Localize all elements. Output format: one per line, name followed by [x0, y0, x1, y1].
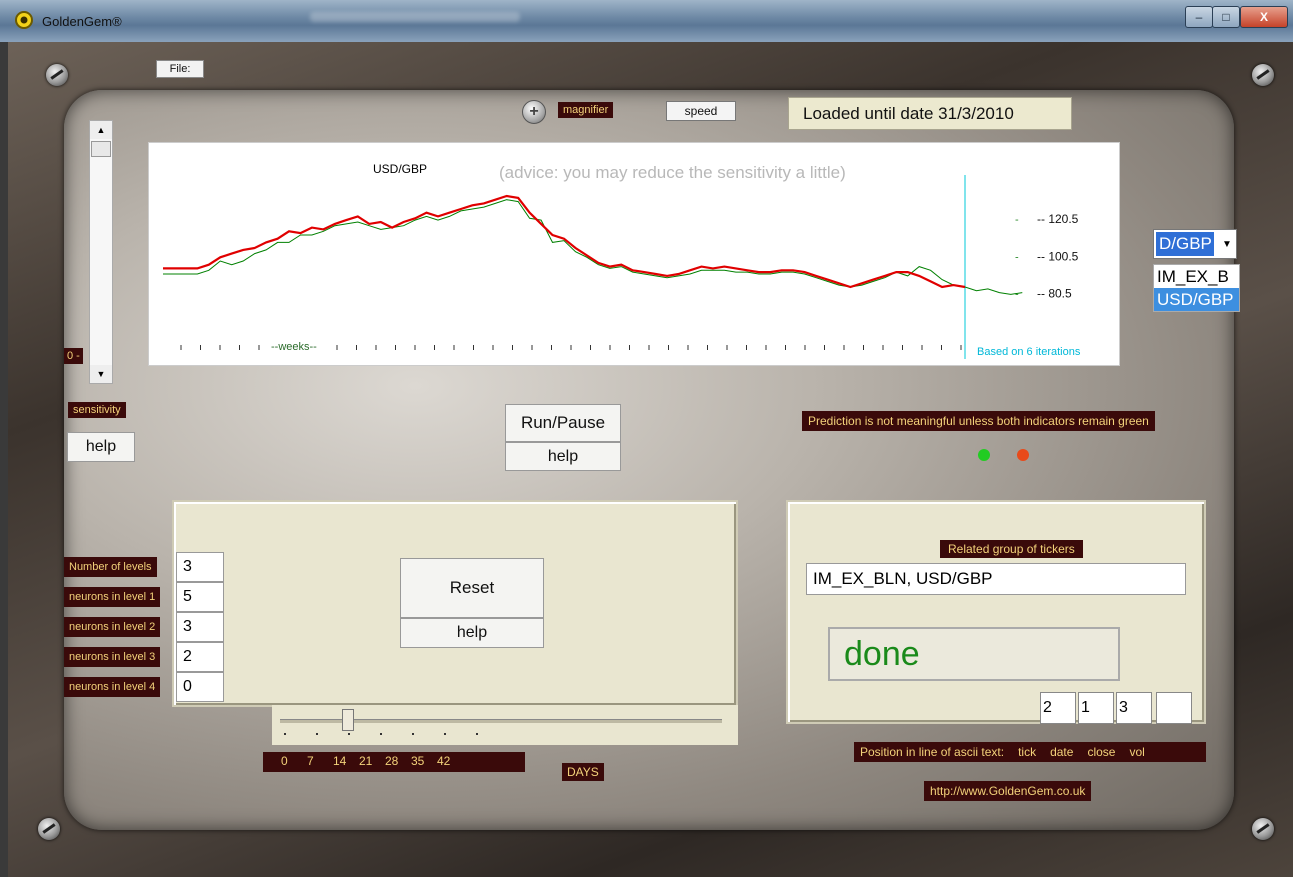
position-col-vol: vol	[1129, 745, 1145, 759]
reset-button[interactable]: Reset	[400, 558, 544, 618]
blurred-title-text	[310, 12, 520, 22]
sensitivity-scrollbar[interactable]: ▲ ▼	[89, 120, 113, 384]
days-slider[interactable]	[272, 705, 738, 745]
screw-icon	[1252, 64, 1274, 86]
levels-field[interactable]: 3	[176, 552, 224, 582]
levels-label: Number of levels	[64, 557, 157, 577]
price-chart: USD/GBP (advice: you may reduce the sens…	[148, 142, 1120, 366]
ticker-selected-value: D/GBP	[1156, 232, 1214, 256]
screw-icon	[46, 64, 68, 86]
neurons-level-1-label: neurons in level 1	[64, 587, 161, 607]
slider-tick	[380, 733, 382, 735]
y-tick-mark: -	[1015, 214, 1019, 226]
run-help-button[interactable]: help	[505, 442, 621, 471]
neurons-level-3-field[interactable]: 2	[176, 642, 224, 672]
ticker-dropdown[interactable]: D/GBP ▼	[1153, 229, 1237, 259]
neurons-level-4-field[interactable]: 0	[176, 672, 224, 702]
days-tick-label: 0	[281, 754, 288, 768]
related-tickers-input[interactable]: IM_EX_BLN, USD/GBP	[806, 563, 1186, 595]
neurons-level-2-label: neurons in level 2	[64, 617, 161, 637]
chevron-down-icon[interactable]: ▼	[1218, 232, 1236, 256]
position-legend: Position in line of ascii text: tick dat…	[854, 742, 1206, 762]
chart-title: USD/GBP	[373, 162, 427, 176]
days-tick-strip: 0 7 14 21 28 35 42	[263, 752, 525, 772]
maximize-button[interactable]: □	[1212, 6, 1240, 28]
series-line	[163, 194, 966, 289]
days-tick-label: 21	[359, 754, 373, 768]
window-title: GoldenGem®	[42, 14, 122, 29]
chart-advice: (advice: you may reduce the sensitivity …	[499, 163, 846, 182]
screw-icon	[38, 818, 60, 840]
indicator-right-icon	[1017, 449, 1029, 461]
neurons-level-4-label: neurons in level 4	[64, 677, 161, 697]
magnifier-label: magnifier	[558, 102, 614, 118]
sun-gear-icon	[14, 10, 34, 30]
sensitivity-label: sensitivity	[68, 402, 126, 418]
slider-tick	[412, 733, 414, 735]
ticker-list[interactable]: IM_EX_B USD/GBP	[1153, 264, 1240, 312]
position-field-tick[interactable]: 2	[1040, 692, 1076, 724]
title-bar: GoldenGem® – □ X	[0, 0, 1293, 42]
days-tick-label: 14	[333, 754, 347, 768]
sensitivity-zero-label: 0 -	[64, 348, 83, 364]
position-col-tick: tick	[1018, 745, 1037, 759]
position-legend-text: Position in line of ascii text:	[860, 745, 1005, 759]
scroll-down-icon[interactable]: ▼	[90, 365, 112, 383]
status-display: done	[828, 627, 1120, 681]
screw-icon	[1252, 818, 1274, 840]
website-link[interactable]: http://www.GoldenGem.co.uk	[924, 781, 1092, 801]
slider-tick	[476, 733, 478, 735]
run-pause-button[interactable]: Run/Pause	[505, 404, 621, 442]
minimize-button[interactable]: –	[1185, 6, 1213, 28]
ticker-option-selected[interactable]: USD/GBP	[1154, 288, 1239, 311]
neurons-level-2-field[interactable]: 3	[176, 612, 224, 642]
days-tick-label: 35	[411, 754, 425, 768]
slider-thumb[interactable]	[342, 709, 354, 731]
position-col-close: close	[1087, 745, 1116, 759]
reset-help-button[interactable]: help	[400, 618, 544, 648]
close-button[interactable]: X	[1240, 6, 1288, 28]
slider-tick	[316, 733, 318, 735]
speed-button[interactable]: speed	[666, 101, 736, 121]
y-tick-mark: -	[1015, 251, 1019, 263]
neurons-level-1-field[interactable]: 5	[176, 582, 224, 612]
days-tick-label: 42	[437, 754, 451, 768]
position-field-date[interactable]: 1	[1078, 692, 1114, 724]
chart-footnote: Based on 6 iterations	[977, 346, 1081, 358]
days-tick-label: 28	[385, 754, 399, 768]
sensitivity-help-button[interactable]: help	[67, 432, 135, 462]
loaded-status: Loaded until date 31/3/2010	[788, 97, 1072, 130]
y-tick-label: -- 120.5	[1037, 212, 1079, 226]
slider-tick	[444, 733, 446, 735]
related-group-label: Related group of tickers	[940, 540, 1083, 558]
indicator-left-icon	[978, 449, 990, 461]
position-field-vol[interactable]	[1156, 692, 1192, 724]
scroll-up-icon[interactable]: ▲	[90, 121, 112, 139]
slider-tick	[284, 733, 286, 735]
prediction-note: Prediction is not meaningful unless both…	[802, 411, 1155, 431]
file-menu-button[interactable]: File:	[156, 60, 204, 78]
x-axis-label: --weeks--	[271, 341, 317, 353]
position-field-close[interactable]: 3	[1116, 692, 1152, 724]
ticker-option[interactable]: IM_EX_B	[1154, 265, 1239, 288]
scroll-thumb[interactable]	[91, 141, 111, 158]
y-tick-label: -- 80.5	[1037, 287, 1072, 301]
chart-canvas: USD/GBP (advice: you may reduce the sens…	[163, 162, 1081, 359]
days-label: DAYS	[562, 763, 604, 781]
days-tick-label: 7	[307, 754, 314, 768]
position-col-date: date	[1050, 745, 1074, 759]
slider-tick	[348, 733, 350, 735]
related-panel	[786, 500, 1206, 724]
neurons-level-3-label: neurons in level 3	[64, 647, 161, 667]
magnifier-plus-icon[interactable]: +	[522, 100, 546, 124]
y-tick-label: -- 100.5	[1037, 249, 1079, 263]
series-line	[163, 199, 1023, 295]
y-tick-mark: -	[1015, 289, 1019, 301]
